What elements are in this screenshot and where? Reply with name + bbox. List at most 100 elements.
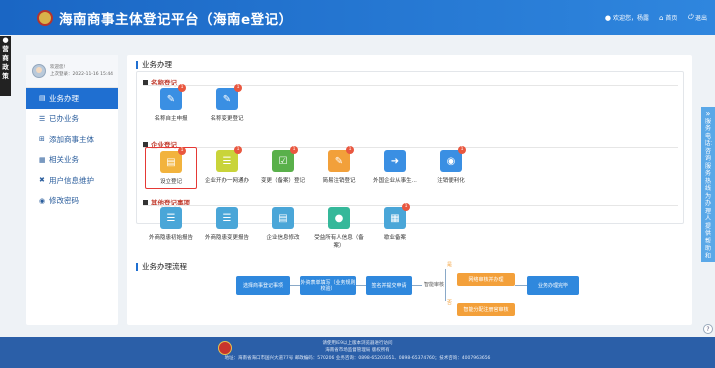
count-badge: 1 [290, 146, 298, 154]
service-tile[interactable]: ● 受益所有人信息（备案） [313, 204, 365, 249]
service-tile[interactable]: ☰ 外商隐患初始报告 [145, 204, 197, 246]
page-title: 海南商事主体登记平台（海南e登记） [59, 11, 293, 28]
count-badge: 1 [458, 146, 466, 154]
lock-icon: ◉ [39, 196, 46, 205]
service-label: 名称自主申报 [154, 116, 188, 122]
service-icon: ✎ 1 [216, 84, 242, 110]
service-icon: ▤ 1 [160, 147, 186, 173]
last-login: 上次登录：2022-11-16 15:44 [50, 72, 114, 77]
bullet-icon [143, 141, 148, 147]
footer-line1: 请使用IE9以上版本浏览器进行访问 [322, 341, 393, 346]
service-tile[interactable]: ✎ 1 简易注销登记 [313, 146, 365, 189]
sidebar-item-label: 修改密码 [49, 196, 79, 206]
flow-arrow [412, 285, 422, 286]
count-badge: 1 [178, 147, 186, 155]
footer-line3: 地址：海南省海口市国兴大道77号 邮政编码：570206 业务咨询：0898-6… [224, 356, 491, 361]
service-icon: ☰ 1 [216, 146, 242, 172]
flow-step-select: 选择商事登记事项 [236, 276, 290, 295]
flow-step-form: 外资表单填写（业务规则校验） [300, 276, 356, 295]
flow-step-sign: 签名并提交申请 [366, 276, 412, 295]
national-emblem-icon [37, 9, 53, 26]
section-title-business: 业务办理 [136, 61, 172, 69]
user-icon: ● [604, 13, 611, 22]
service-label: 企业信息修改 [266, 235, 300, 241]
collapse-icon[interactable]: » [701, 110, 715, 118]
sidebar-item-label: 相关业务 [49, 155, 79, 165]
strip-chat-icon: ● [2, 36, 9, 44]
service-tile[interactable]: ▤ 企业信息修改 [257, 204, 309, 246]
service-label: 变更（备案）登记 [260, 178, 305, 184]
home-link[interactable]: ⌂ 首页 [658, 13, 677, 23]
service-tile[interactable]: ☑ 1 变更（备案）登记 [257, 146, 309, 189]
service-label: 歇业备案 [383, 235, 406, 241]
service-tile[interactable]: ☰ 外商隐患变更报告 [201, 204, 253, 246]
service-label: 注销便利化 [437, 178, 465, 184]
service-icon: ◉ 1 [440, 146, 466, 172]
footer-line2: 海南省市场监督管理局 版权所有 [325, 348, 390, 353]
document-icon: ▤ [39, 94, 46, 103]
sidebar-item-3[interactable]: ⊞ 添加商事主体 [26, 129, 118, 150]
sidebar-item-6[interactable]: ◉ 修改密码 [26, 191, 118, 212]
flow-step-assign-officer: 智能分配注册官审核 [457, 303, 515, 316]
sidebar-item-label: 已办业务 [49, 114, 79, 124]
service-icon: ☰ [160, 207, 182, 229]
header-actions: ● 欢迎您，杨露 ⌂ 首页 ⏻ 退出 [605, 0, 707, 35]
related-icon: ▦ [39, 155, 46, 164]
avatar [32, 64, 46, 78]
service-icon: ▦ 1 [384, 203, 410, 229]
service-icon: ▤ [272, 207, 294, 229]
footer: 请使用IE9以上版本浏览器进行访问 海南省市场监督管理局 版权所有 地址：海南省… [0, 337, 715, 368]
service-label: 外商隐患变更报告 [204, 235, 249, 241]
service-tile[interactable]: ◉ 1 注销便利化 [425, 146, 477, 189]
sidebar-item-label: 添加商事主体 [49, 134, 94, 144]
flow-step-review: 智能审核 [424, 282, 445, 288]
count-badge: 1 [346, 146, 354, 154]
count-badge: 1 [402, 203, 410, 211]
welcome-user: ● 欢迎您，杨露 [604, 13, 649, 23]
wrench-icon: ✖ [39, 176, 45, 185]
service-icon: ➜ [384, 150, 406, 172]
sidebar-item-label: 用户信息维护 [49, 175, 94, 185]
count-badge: 1 [178, 84, 186, 92]
service-label: 受益所有人信息（备案） [314, 235, 364, 249]
help-icon[interactable]: ? [703, 324, 713, 334]
service-label: 设立登记 [159, 179, 182, 185]
service-label: 名称变更登记 [210, 116, 244, 122]
service-tile[interactable]: ☰ 1 企业开办一网通办 [201, 146, 253, 189]
service-tile[interactable]: ▦ 1 歇业备案 [369, 203, 421, 246]
home-icon: ⌂ [658, 13, 664, 22]
flow-yes: 是 [447, 262, 453, 268]
flow-branch [445, 269, 446, 301]
service-icon: ✎ 1 [160, 84, 186, 110]
bullet-icon [143, 79, 148, 85]
right-service-panel[interactable]: » 服务电话：咨询服务热线为办理人提供帮助和指导 [701, 107, 715, 262]
power-icon: ⏻ [687, 13, 693, 21]
service-icon: ☰ [216, 207, 238, 229]
service-tile[interactable]: ✎ 1 名称自主申报 [145, 84, 197, 127]
service-label: 简易注销登记 [322, 178, 356, 184]
service-tile[interactable]: ✎ 1 名称变更登记 [201, 84, 253, 127]
sidebar-item-label: 业务办理 [49, 93, 79, 103]
service-tile[interactable]: ▤ 1 设立登记 [145, 147, 197, 189]
sidebar-item-4[interactable]: ▦ 相关业务 [26, 150, 118, 171]
flow-arrow [356, 285, 366, 286]
business-policy-strip[interactable]: ● 营商政策 [0, 36, 11, 96]
service-icon: ● [328, 207, 350, 229]
sidebar: 欢迎您! 上次登录：2022-11-16 15:44 ▤ 业务办理 ☰ 已办业务 ⊞ 添加… [26, 55, 118, 325]
service-tile[interactable]: ➜ 外国企业从事生... [369, 147, 421, 189]
service-label: 外国企业从事生... [373, 178, 417, 184]
user-name: 欢迎您! [50, 65, 66, 70]
service-label: 企业开办一网通办 [204, 178, 249, 184]
count-badge: 1 [234, 84, 242, 92]
sidebar-item-1[interactable]: ▤ 业务办理 [26, 88, 118, 109]
logout-link[interactable]: ⏻ 退出 [687, 13, 707, 22]
user-info: 欢迎您! 上次登录：2022-11-16 15:44 [26, 55, 118, 88]
flow-arrow [290, 285, 300, 286]
sidebar-item-2[interactable]: ☰ 已办业务 [26, 109, 118, 130]
sidebar-item-5[interactable]: ✖ 用户信息维护 [26, 170, 118, 191]
list-icon: ☰ [39, 114, 46, 123]
top-header: 海南商事主体登记平台（海南e登记） ● 欢迎您，杨露 ⌂ 首页 ⏻ 退出 [0, 0, 715, 35]
service-icon: ✎ 1 [328, 146, 354, 172]
business-panel: 名称登记 ✎ 1 名称自主申报 ✎ 1 名称变更登记 企业登记 ▤ 1 设立登记 ☰ 1 企业开办一网通办… [136, 71, 684, 249]
main-content: 业务办理 名称登记 ✎ 1 名称自主申报 ✎ 1 名称变更登记 企业登记 ▤ 1 设立登记 ☰ 1 企业开… [127, 55, 692, 325]
